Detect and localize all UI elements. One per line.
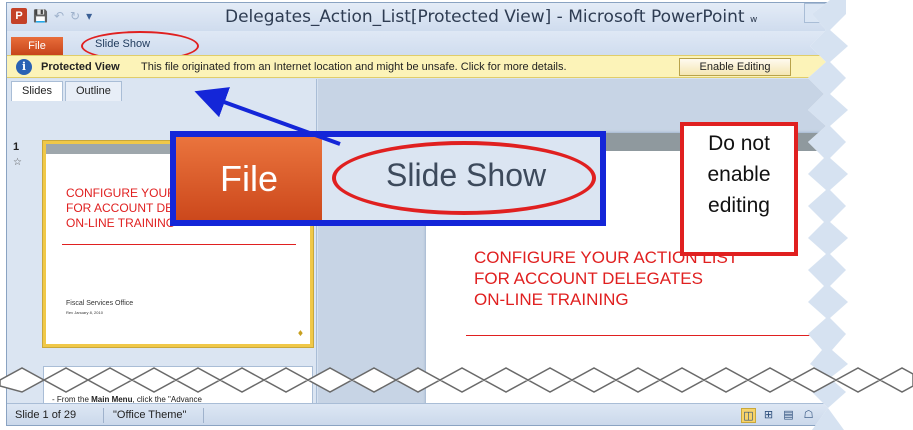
- vertical-scrollbar[interactable]: ▲: [886, 79, 908, 403]
- protected-view-message[interactable]: This file originated from an Internet lo…: [141, 61, 567, 73]
- thumbnail-date: Rev January 8, 2010: [66, 310, 103, 315]
- undo-icon[interactable]: ↶: [54, 9, 64, 23]
- slide-thumbnail-2[interactable]: - From the Main Menu, click the "Advance: [43, 366, 313, 406]
- ribbon-tab-row: File Slide Show ∇ ?: [7, 31, 908, 61]
- callout-highlight-circle: [332, 141, 596, 215]
- minimize-button[interactable]: –: [804, 3, 830, 23]
- normal-view-icon[interactable]: ◫: [741, 408, 756, 423]
- panel-tabs: Slides Outline: [11, 81, 124, 101]
- window-title-suffix: w: [749, 15, 758, 25]
- slide-number: 1: [13, 141, 20, 153]
- maximize-button[interactable]: □: [832, 3, 858, 23]
- powerpoint-app-icon[interactable]: P: [11, 8, 27, 24]
- enable-editing-button[interactable]: Enable Editing: [679, 58, 791, 76]
- slide-editing-area[interactable]: CONFIGURE YOUR ACTION LIST FOR ACCOUNT D…: [318, 79, 886, 423]
- info-shield-icon: i: [16, 59, 32, 75]
- slide-count: Slide 1 of 29: [15, 409, 77, 421]
- title-bar: P 💾 ↶ ↻ ▾ Delegates_Action_List[Protecte…: [7, 3, 908, 31]
- help-icon[interactable]: ?: [890, 33, 906, 49]
- scroll-thumb[interactable]: [890, 99, 905, 127]
- zoom-in-icon[interactable]: +: [853, 407, 869, 423]
- zoomed-tabs-callout: File Slide Show: [170, 131, 606, 226]
- theme-name: "Office Theme": [113, 409, 187, 421]
- slideshow-view-icon[interactable]: ☖: [801, 408, 816, 423]
- transition-star-icon: ☆: [13, 157, 22, 168]
- redo-icon[interactable]: ↻: [70, 9, 80, 23]
- status-separator: [103, 408, 104, 423]
- do-not-enable-editing-note: Do not enable editing: [680, 122, 798, 256]
- minimize-ribbon-icon[interactable]: ∇: [877, 35, 884, 48]
- thumbnail-subtitle: Fiscal Services Office: [66, 300, 134, 307]
- file-tab[interactable]: File: [11, 37, 63, 55]
- message-bar-close-icon[interactable]: ×: [894, 60, 904, 74]
- save-icon[interactable]: 💾: [33, 9, 48, 23]
- status-bar: Slide 1 of 29 "Office Theme" ◫ ⊞ ▤ ☖ + ⤢: [7, 403, 908, 425]
- close-button[interactable]: X: [860, 3, 904, 23]
- status-separator: [203, 408, 204, 423]
- thumbnail-rule: [62, 244, 296, 245]
- window-controls: – □ X: [804, 3, 904, 23]
- scroll-up-icon[interactable]: ▲: [893, 81, 900, 91]
- slide-title: CONFIGURE YOUR ACTION LIST FOR ACCOUNT D…: [474, 248, 739, 309]
- ribbon-right-controls: ∇ ?: [877, 33, 906, 49]
- sound-icon: ♦: [296, 329, 304, 338]
- protected-view-label: Protected View: [41, 61, 120, 73]
- tab-outline[interactable]: Outline: [64, 81, 122, 101]
- slide-sorter-icon[interactable]: ⊞: [761, 408, 776, 423]
- fit-to-window-icon[interactable]: ⤢: [875, 407, 891, 423]
- callout-file-tab: File: [176, 137, 322, 220]
- window-title: Delegates_Action_List[Protected View] - …: [225, 7, 758, 27]
- tab-slides[interactable]: Slides: [11, 81, 63, 101]
- quick-access-toolbar: P 💾 ↶ ↻ ▾: [11, 8, 92, 24]
- slides-panel: Slides Outline 1 ☆ CONFIGURE YOUR ACTION…: [7, 79, 317, 406]
- reading-view-icon[interactable]: ▤: [781, 408, 796, 423]
- slide-rule: [466, 335, 866, 336]
- customize-qat-icon[interactable]: ▾: [86, 9, 92, 23]
- protected-view-message-bar[interactable]: i Protected View This file originated fr…: [7, 55, 908, 78]
